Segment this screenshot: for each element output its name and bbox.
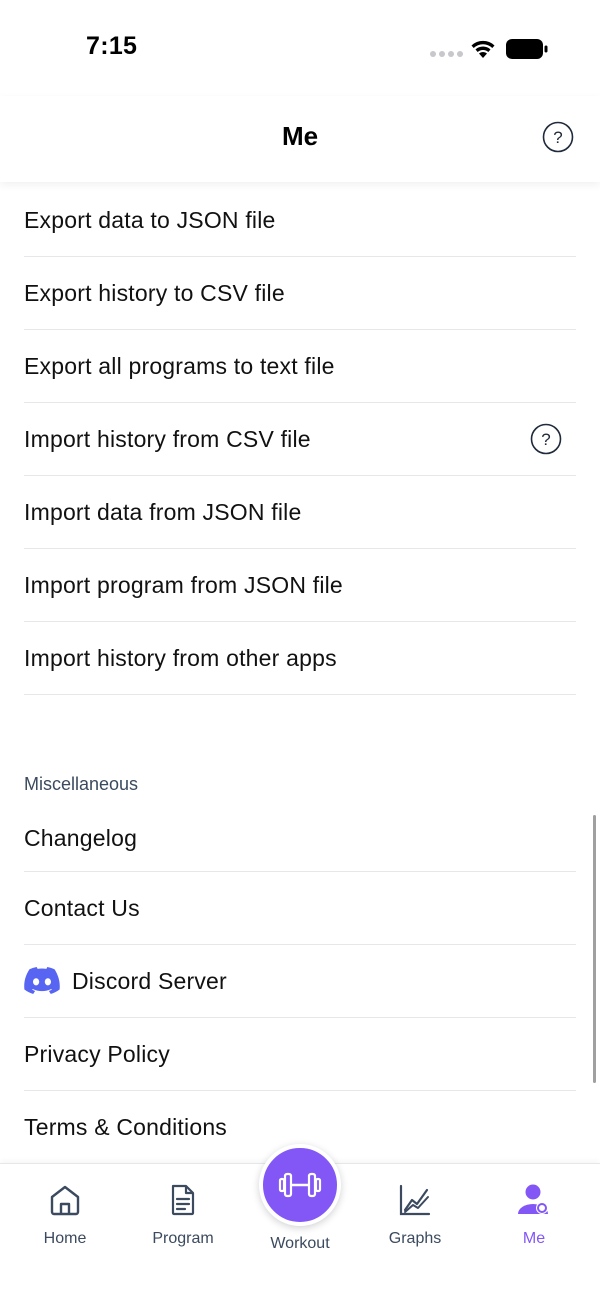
app-screen: 7:15 Me ? Export data to JSON file Expor… [0,0,600,1304]
svg-text:?: ? [553,128,562,147]
row-label: Export all programs to text file [24,352,335,379]
export-json-row[interactable]: Export data to JSON file [24,184,576,257]
privacy-policy-row[interactable]: Privacy Policy [24,1018,576,1091]
bottom-tab-bar: Home Program Workout Graphs Me [0,1144,600,1304]
discord-server-row[interactable]: Discord Server [24,945,576,1018]
tab-label: Me [522,1230,546,1247]
home-icon [50,1185,80,1216]
discord-icon [24,967,60,994]
import-program-json-row[interactable]: Import program from JSON file [24,549,576,622]
row-label: Changelog [24,824,138,851]
export-history-csv-row[interactable]: Export history to CSV file [24,257,576,330]
export-programs-text-row[interactable]: Export all programs to text file [24,330,576,403]
nav-header: Me ? [0,96,600,182]
import-data-json-row[interactable]: Import data from JSON file [24,476,576,549]
help-icon[interactable]: ? [542,121,574,153]
tab-program[interactable]: Program [133,1182,233,1248]
status-bar: 7:15 [0,0,600,96]
import-history-other-apps-row[interactable]: Import history from other apps [24,622,576,695]
tab-label: Home [43,1230,87,1247]
scrollbar[interactable] [593,815,596,1083]
tab-label: Workout [270,1235,330,1252]
cellular-signal-icon [430,51,463,57]
section-title-miscellaneous: Miscellaneous [24,774,139,794]
tab-graphs[interactable]: Graphs [365,1182,465,1248]
tab-me[interactable]: Me [484,1182,584,1248]
status-time: 7:15 [86,32,138,60]
wifi-icon [471,40,495,58]
tab-home[interactable]: Home [15,1182,115,1248]
row-label: Import history from other apps [24,644,337,671]
row-label: Discord Server [72,967,227,994]
user-icon [518,1184,548,1214]
row-label: Privacy Policy [24,1040,170,1067]
row-label: Import program from JSON file [24,571,343,598]
dumbbell-icon [278,1172,322,1198]
chart-icon [399,1184,431,1216]
row-label: Contact Us [24,894,140,921]
contact-us-row[interactable]: Contact Us [24,872,576,945]
svg-text:?: ? [541,430,550,449]
settings-list: Export data to JSON file Export history … [24,184,576,1164]
import-history-csv-row[interactable]: Import history from CSV file ? [24,403,576,476]
row-label: Terms & Conditions [24,1113,228,1140]
row-label: Export data to JSON file [24,206,276,233]
row-label: Export history to CSV file [24,279,285,306]
help-icon[interactable]: ? [530,423,562,455]
workout-button[interactable] [259,1144,341,1226]
page-title: Me [281,121,319,151]
tab-label: Program [152,1230,214,1247]
changelog-row[interactable]: Changelog [24,805,576,872]
row-label: Import history from CSV file [24,425,311,452]
tab-label: Graphs [388,1230,442,1247]
row-label: Import data from JSON file [24,498,302,525]
document-icon [171,1184,195,1216]
battery-icon [506,39,548,59]
